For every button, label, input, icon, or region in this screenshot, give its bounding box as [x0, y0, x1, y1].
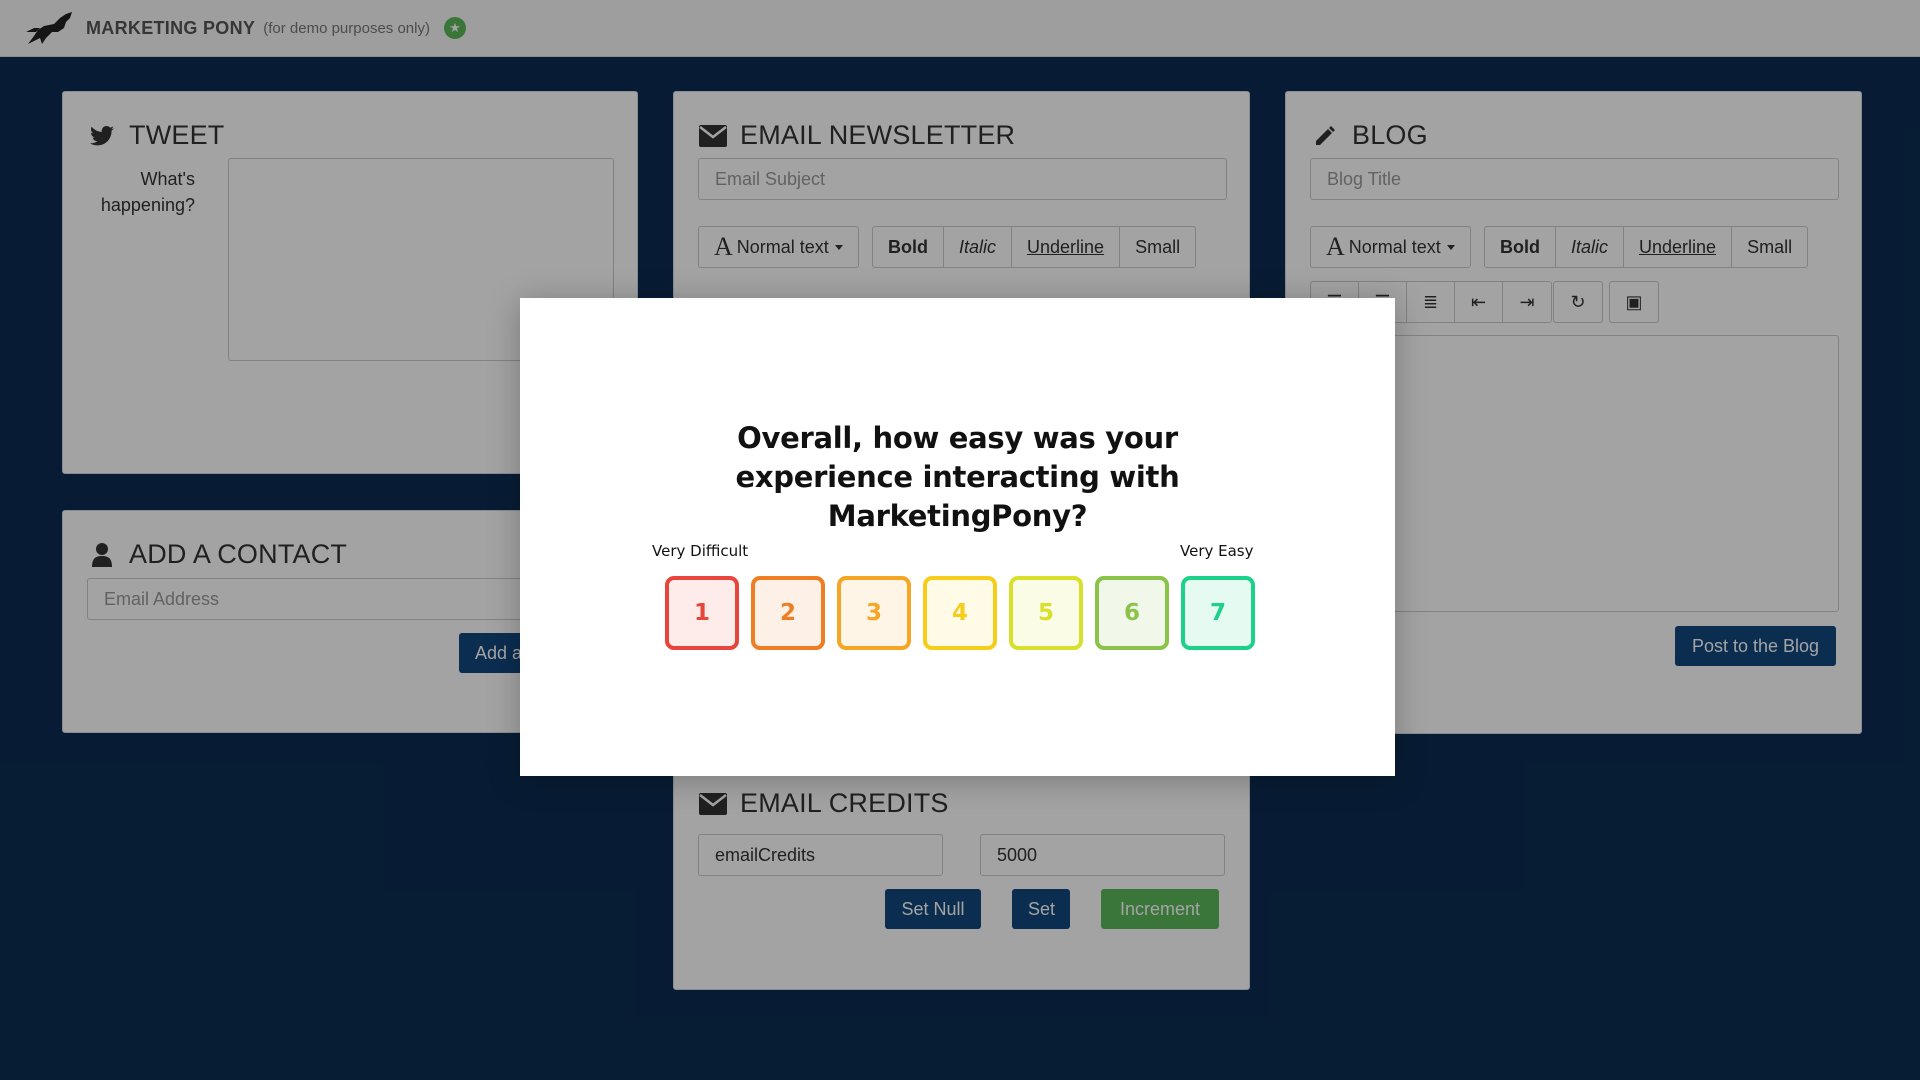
rating-button-6[interactable]: 6 — [1095, 576, 1169, 650]
rating-button-4[interactable]: 4 — [923, 576, 997, 650]
survey-question: Overall, how easy was your experience in… — [735, 421, 1180, 533]
survey-modal: Overall, how easy was your experience in… — [520, 298, 1395, 776]
rating-button-2[interactable]: 2 — [751, 576, 825, 650]
very-difficult-label: Very Difficult — [652, 542, 749, 560]
rating-button-3[interactable]: 3 — [837, 576, 911, 650]
rating-button-1[interactable]: 1 — [665, 576, 739, 650]
rating-scale: 1234567 — [665, 576, 1255, 650]
rating-button-7[interactable]: 7 — [1181, 576, 1255, 650]
very-easy-label: Very Easy — [1180, 542, 1254, 560]
rating-button-5[interactable]: 5 — [1009, 576, 1083, 650]
